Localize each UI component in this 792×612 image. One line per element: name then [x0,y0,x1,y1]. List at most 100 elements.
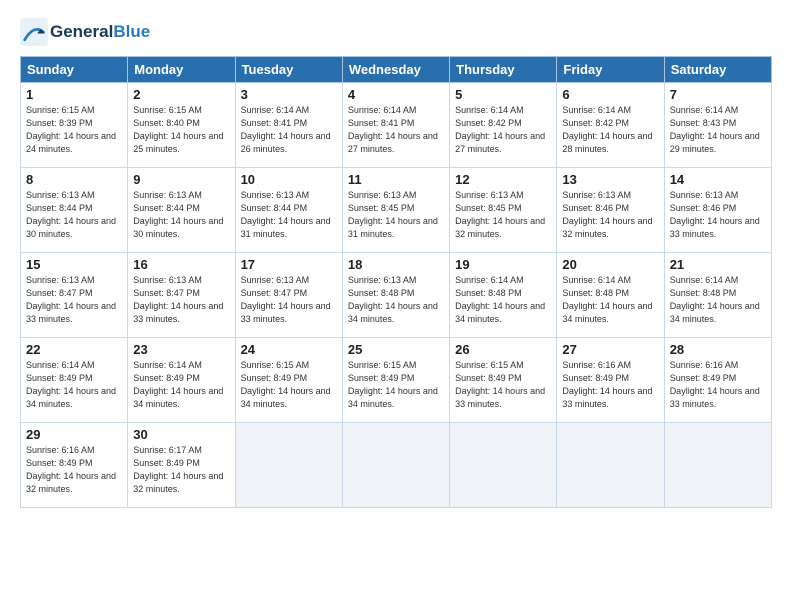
table-row: 27 Sunrise: 6:16 AM Sunset: 8:49 PM Dayl… [557,338,664,423]
day-number: 11 [348,172,444,187]
calendar-header-row: Sunday Monday Tuesday Wednesday Thursday… [21,57,772,83]
table-row: 24 Sunrise: 6:15 AM Sunset: 8:49 PM Dayl… [235,338,342,423]
col-monday: Monday [128,57,235,83]
table-row: 8 Sunrise: 6:13 AM Sunset: 8:44 PM Dayli… [21,168,128,253]
table-row: 13 Sunrise: 6:13 AM Sunset: 8:46 PM Dayl… [557,168,664,253]
table-row: 1 Sunrise: 6:15 AM Sunset: 8:39 PM Dayli… [21,83,128,168]
calendar-week-row: 29 Sunrise: 6:16 AM Sunset: 8:49 PM Dayl… [21,423,772,508]
table-row: 29 Sunrise: 6:16 AM Sunset: 8:49 PM Dayl… [21,423,128,508]
day-detail: Sunrise: 6:14 AM Sunset: 8:41 PM Dayligh… [348,104,444,156]
day-detail: Sunrise: 6:13 AM Sunset: 8:47 PM Dayligh… [26,274,122,326]
day-detail: Sunrise: 6:17 AM Sunset: 8:49 PM Dayligh… [133,444,229,496]
day-number: 12 [455,172,551,187]
day-detail: Sunrise: 6:15 AM Sunset: 8:49 PM Dayligh… [455,359,551,411]
day-number: 5 [455,87,551,102]
col-friday: Friday [557,57,664,83]
day-detail: Sunrise: 6:13 AM Sunset: 8:47 PM Dayligh… [241,274,337,326]
day-number: 1 [26,87,122,102]
calendar-week-row: 1 Sunrise: 6:15 AM Sunset: 8:39 PM Dayli… [21,83,772,168]
day-number: 10 [241,172,337,187]
day-number: 14 [670,172,766,187]
day-detail: Sunrise: 6:14 AM Sunset: 8:42 PM Dayligh… [455,104,551,156]
day-detail: Sunrise: 6:14 AM Sunset: 8:48 PM Dayligh… [562,274,658,326]
table-row: 30 Sunrise: 6:17 AM Sunset: 8:49 PM Dayl… [128,423,235,508]
day-number: 13 [562,172,658,187]
table-row: 22 Sunrise: 6:14 AM Sunset: 8:49 PM Dayl… [21,338,128,423]
day-detail: Sunrise: 6:15 AM Sunset: 8:40 PM Dayligh… [133,104,229,156]
table-row [450,423,557,508]
day-detail: Sunrise: 6:13 AM Sunset: 8:44 PM Dayligh… [133,189,229,241]
col-thursday: Thursday [450,57,557,83]
header: GeneralBlue [20,18,772,46]
table-row: 2 Sunrise: 6:15 AM Sunset: 8:40 PM Dayli… [128,83,235,168]
table-row: 23 Sunrise: 6:14 AM Sunset: 8:49 PM Dayl… [128,338,235,423]
day-detail: Sunrise: 6:14 AM Sunset: 8:42 PM Dayligh… [562,104,658,156]
table-row: 9 Sunrise: 6:13 AM Sunset: 8:44 PM Dayli… [128,168,235,253]
table-row [664,423,771,508]
day-detail: Sunrise: 6:13 AM Sunset: 8:48 PM Dayligh… [348,274,444,326]
table-row: 3 Sunrise: 6:14 AM Sunset: 8:41 PM Dayli… [235,83,342,168]
col-sunday: Sunday [21,57,128,83]
day-detail: Sunrise: 6:14 AM Sunset: 8:49 PM Dayligh… [133,359,229,411]
table-row: 4 Sunrise: 6:14 AM Sunset: 8:41 PM Dayli… [342,83,449,168]
day-number: 2 [133,87,229,102]
day-detail: Sunrise: 6:13 AM Sunset: 8:46 PM Dayligh… [670,189,766,241]
table-row: 16 Sunrise: 6:13 AM Sunset: 8:47 PM Dayl… [128,253,235,338]
day-number: 17 [241,257,337,272]
table-row [342,423,449,508]
day-detail: Sunrise: 6:15 AM Sunset: 8:49 PM Dayligh… [241,359,337,411]
table-row: 19 Sunrise: 6:14 AM Sunset: 8:48 PM Dayl… [450,253,557,338]
day-number: 22 [26,342,122,357]
day-number: 7 [670,87,766,102]
table-row [557,423,664,508]
table-row: 17 Sunrise: 6:13 AM Sunset: 8:47 PM Dayl… [235,253,342,338]
col-wednesday: Wednesday [342,57,449,83]
day-detail: Sunrise: 6:14 AM Sunset: 8:49 PM Dayligh… [26,359,122,411]
table-row: 28 Sunrise: 6:16 AM Sunset: 8:49 PM Dayl… [664,338,771,423]
day-detail: Sunrise: 6:16 AM Sunset: 8:49 PM Dayligh… [670,359,766,411]
day-detail: Sunrise: 6:14 AM Sunset: 8:48 PM Dayligh… [670,274,766,326]
day-number: 16 [133,257,229,272]
day-number: 23 [133,342,229,357]
table-row: 11 Sunrise: 6:13 AM Sunset: 8:45 PM Dayl… [342,168,449,253]
logo: GeneralBlue [20,18,150,46]
table-row: 12 Sunrise: 6:13 AM Sunset: 8:45 PM Dayl… [450,168,557,253]
table-row: 26 Sunrise: 6:15 AM Sunset: 8:49 PM Dayl… [450,338,557,423]
day-number: 19 [455,257,551,272]
day-number: 21 [670,257,766,272]
day-number: 8 [26,172,122,187]
day-number: 3 [241,87,337,102]
day-number: 15 [26,257,122,272]
table-row: 10 Sunrise: 6:13 AM Sunset: 8:44 PM Dayl… [235,168,342,253]
table-row: 20 Sunrise: 6:14 AM Sunset: 8:48 PM Dayl… [557,253,664,338]
day-number: 20 [562,257,658,272]
day-detail: Sunrise: 6:14 AM Sunset: 8:48 PM Dayligh… [455,274,551,326]
page: GeneralBlue Sunday Monday Tuesday Wednes… [0,0,792,612]
table-row: 14 Sunrise: 6:13 AM Sunset: 8:46 PM Dayl… [664,168,771,253]
day-number: 24 [241,342,337,357]
logo-text: GeneralBlue [50,22,150,42]
calendar-week-row: 22 Sunrise: 6:14 AM Sunset: 8:49 PM Dayl… [21,338,772,423]
day-detail: Sunrise: 6:13 AM Sunset: 8:45 PM Dayligh… [455,189,551,241]
day-detail: Sunrise: 6:13 AM Sunset: 8:47 PM Dayligh… [133,274,229,326]
day-detail: Sunrise: 6:16 AM Sunset: 8:49 PM Dayligh… [562,359,658,411]
logo-icon [20,18,48,46]
day-number: 28 [670,342,766,357]
day-number: 6 [562,87,658,102]
col-saturday: Saturday [664,57,771,83]
day-detail: Sunrise: 6:14 AM Sunset: 8:41 PM Dayligh… [241,104,337,156]
day-detail: Sunrise: 6:13 AM Sunset: 8:46 PM Dayligh… [562,189,658,241]
day-number: 18 [348,257,444,272]
calendar-week-row: 15 Sunrise: 6:13 AM Sunset: 8:47 PM Dayl… [21,253,772,338]
day-detail: Sunrise: 6:15 AM Sunset: 8:39 PM Dayligh… [26,104,122,156]
day-number: 27 [562,342,658,357]
table-row: 15 Sunrise: 6:13 AM Sunset: 8:47 PM Dayl… [21,253,128,338]
day-detail: Sunrise: 6:16 AM Sunset: 8:49 PM Dayligh… [26,444,122,496]
table-row: 7 Sunrise: 6:14 AM Sunset: 8:43 PM Dayli… [664,83,771,168]
day-number: 29 [26,427,122,442]
col-tuesday: Tuesday [235,57,342,83]
day-detail: Sunrise: 6:14 AM Sunset: 8:43 PM Dayligh… [670,104,766,156]
table-row: 18 Sunrise: 6:13 AM Sunset: 8:48 PM Dayl… [342,253,449,338]
table-row [235,423,342,508]
day-detail: Sunrise: 6:13 AM Sunset: 8:45 PM Dayligh… [348,189,444,241]
